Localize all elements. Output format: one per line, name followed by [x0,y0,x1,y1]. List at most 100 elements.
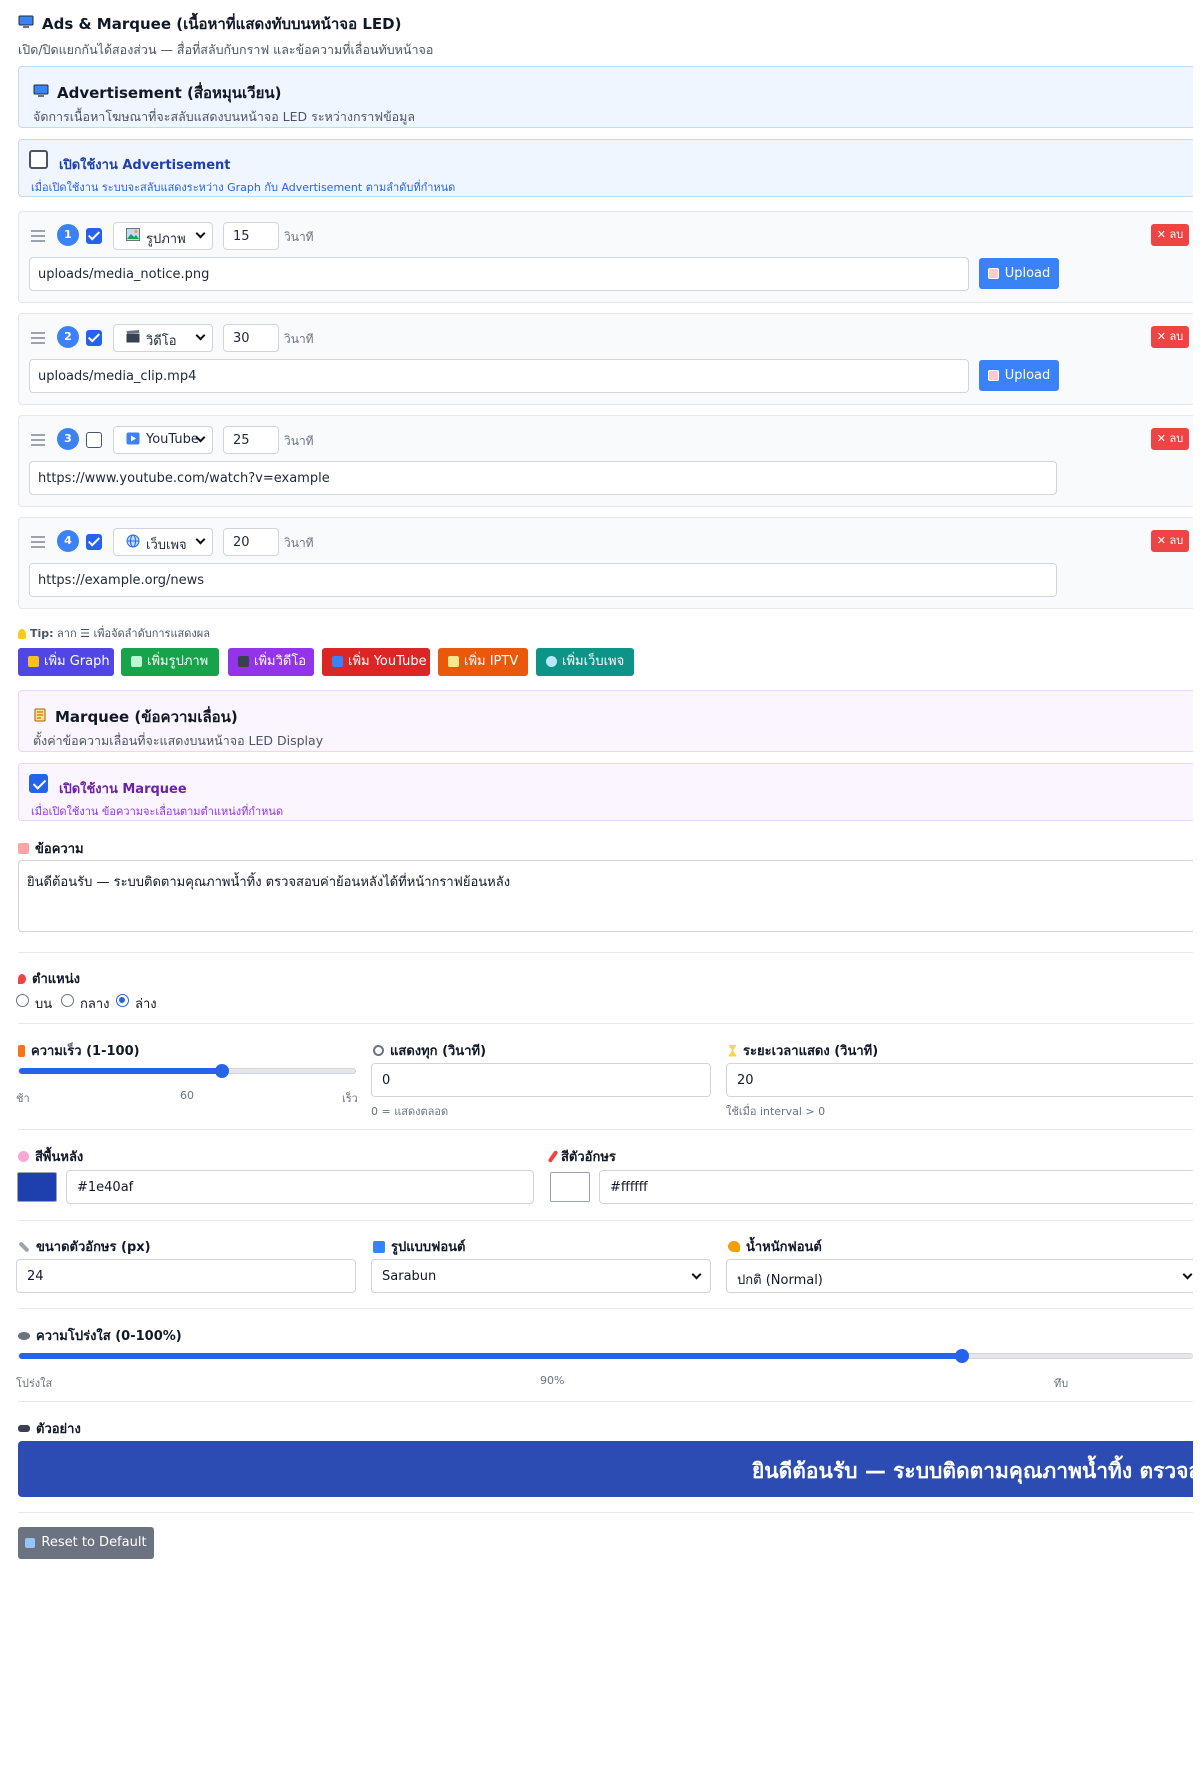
scroll-icon [33,708,47,726]
add-iptv-button[interactable]: เพิ่ม IPTV [438,648,528,676]
upload-button[interactable]: Upload [979,258,1059,289]
item-duration-unit: วินาที [284,434,314,448]
opacity-slider[interactable] [18,1349,1193,1363]
interval-label: แสดงทุก (วินาที) [373,1040,486,1061]
item-number: 1 [57,224,79,246]
marquee-preview-text: ยินดีต้อนรับ — ระบบติดตามคุณภาพน้ำทิ้ง ต… [752,1459,1193,1483]
item-duration-input[interactable]: 20 [223,528,279,556]
font-family-label: รูปแบบฟอนต์ [373,1236,465,1257]
ads-enable-checkbox[interactable] [29,150,48,169]
opacity-slider-thumb[interactable] [955,1349,970,1363]
position-radio-middle[interactable] [61,994,74,1007]
bg-color-swatch[interactable] [17,1172,57,1202]
eyes-icon [18,1425,30,1432]
ad-item: 3 YouTube 25 วินาที ✕ ลบ https://www.you… [18,415,1193,507]
bg-color-label: สีพื้นหลัง [18,1146,83,1167]
text-color-label: สีตัวอักษร [547,1146,616,1167]
item-url-input[interactable]: https://example.org/news [29,563,1057,597]
item-active-checkbox[interactable] [86,228,102,244]
position-option-bottom: ล่าง [135,997,157,1012]
add-image-button[interactable]: เพิ่มรูปภาพ [121,648,219,676]
item-type-select[interactable]: รูปภาพ [113,222,213,250]
upload-button[interactable]: Upload [979,360,1059,391]
globe-icon [126,534,140,555]
message-textarea[interactable]: ยินดีต้อนรับ — ระบบติดตามคุณภาพน้ำทิ้ง ต… [18,860,1193,932]
chevron-down-icon [195,534,206,545]
drag-handle-icon[interactable] [31,434,45,446]
section-title: Ads & Marquee (เนื้อหาที่แสดงทับบนหน้าจอ… [18,12,401,36]
position-radio-bottom[interactable] [116,994,129,1007]
add-webpage-button[interactable]: เพิ่มเว็บเพจ [536,648,634,676]
pin-icon [18,973,26,984]
delete-item-button[interactable]: ✕ ลบ [1151,326,1189,348]
marquee-subtitle: ตั้งค่าข้อความเลื่อนที่จะแสดงบนหน้าจอ LE… [33,733,324,748]
opacity-slider-fill [19,1353,963,1359]
drag-handle-icon[interactable] [31,536,45,548]
item-active-checkbox[interactable] [86,330,102,346]
add-youtube-button[interactable]: เพิ่ม YouTube [322,648,430,676]
item-url-input[interactable]: https://www.youtube.com/watch?v=example [29,461,1057,495]
ads-title: Advertisement (สื่อหมุนเวียน) [57,84,282,102]
globe-icon [546,656,557,667]
ad-item: 4 เว็บเพจ 20 วินาที ✕ ลบ https://example… [18,517,1193,609]
item-duration-input[interactable]: 25 [223,426,279,454]
item-url-input[interactable]: uploads/media_notice.png [29,257,969,291]
item-number: 3 [57,428,79,450]
divider [18,1512,1193,1513]
lightbulb-icon [18,629,26,639]
item-duration-unit: วินาที [284,332,314,346]
delete-item-button[interactable]: ✕ ลบ [1151,224,1189,246]
clapper-icon [126,330,140,351]
speed-slider[interactable] [18,1064,356,1078]
stopwatch-icon [373,1045,384,1056]
speed-slider-thumb[interactable] [214,1064,229,1078]
marquee-title: Marquee (ข้อความเลื่อน) [55,708,238,726]
item-number: 2 [57,326,79,348]
bg-color-input[interactable]: #1e40af [66,1170,534,1204]
item-active-checkbox[interactable] [86,534,102,550]
preview-label: ตัวอย่าง [18,1418,81,1439]
font-weight-select[interactable]: ปกติ (Normal) [726,1259,1193,1293]
item-active-checkbox[interactable] [86,432,102,448]
item-type-select[interactable]: วิดีโอ [113,324,213,352]
divider [18,1220,1193,1221]
item-type-select[interactable]: เว็บเพจ [113,528,213,556]
item-duration-input[interactable]: 30 [223,324,279,352]
chevron-down-icon [195,228,206,239]
drag-handle-icon[interactable] [31,332,45,344]
tv-icon [33,84,49,102]
settings-page: Ads & Marquee (เนื้อหาที่แสดงทับบนหน้าจอ… [0,0,1203,1767]
text-color-swatch[interactable] [550,1172,590,1202]
clapper-icon [238,656,249,667]
duration-input[interactable]: 20 [726,1063,1193,1097]
interval-input[interactable]: 0 [371,1063,711,1097]
chevron-down-icon [691,1269,702,1280]
text-color-input[interactable]: #ffffff [599,1170,1193,1204]
opacity-max-label: ทึบ [1054,1377,1069,1390]
position-option-middle: กลาง [80,997,110,1012]
play-icon [332,656,343,667]
delete-item-button[interactable]: ✕ ลบ [1151,530,1189,552]
speed-slider-fill [19,1068,222,1074]
add-video-button[interactable]: เพิ่มวิดีโอ [228,648,314,676]
marquee-enable-checkbox[interactable] [29,774,48,793]
add-graph-button[interactable]: เพิ่ม Graph [18,648,114,676]
marquee-preview: ยินดีต้อนรับ — ระบบติดตามคุณภาพน้ำทิ้ง ต… [18,1441,1193,1497]
eye-icon [18,1331,30,1340]
item-duration-unit: วินาที [284,536,314,550]
item-duration-input[interactable]: 15 [223,222,279,250]
reset-default-button[interactable]: Reset to Default [18,1527,154,1559]
font-family-select[interactable]: Sarabun [371,1259,711,1293]
delete-item-button[interactable]: ✕ ลบ [1151,428,1189,450]
speed-max-label: เร็ว [342,1092,358,1105]
position-radio-top[interactable] [16,994,29,1007]
item-type-select[interactable]: YouTube [113,426,213,454]
satellite-icon [448,656,459,667]
font-size-input[interactable]: 24 [16,1259,356,1293]
position-label: ตำแหน่ง [18,968,80,989]
item-url-input[interactable]: uploads/media_clip.mp4 [29,359,969,393]
drag-handle-icon[interactable] [31,230,45,242]
font-weight-label: น้ำหนักฟอนต์ [728,1236,822,1257]
memo-icon [18,843,29,854]
chevron-down-icon [195,330,206,341]
